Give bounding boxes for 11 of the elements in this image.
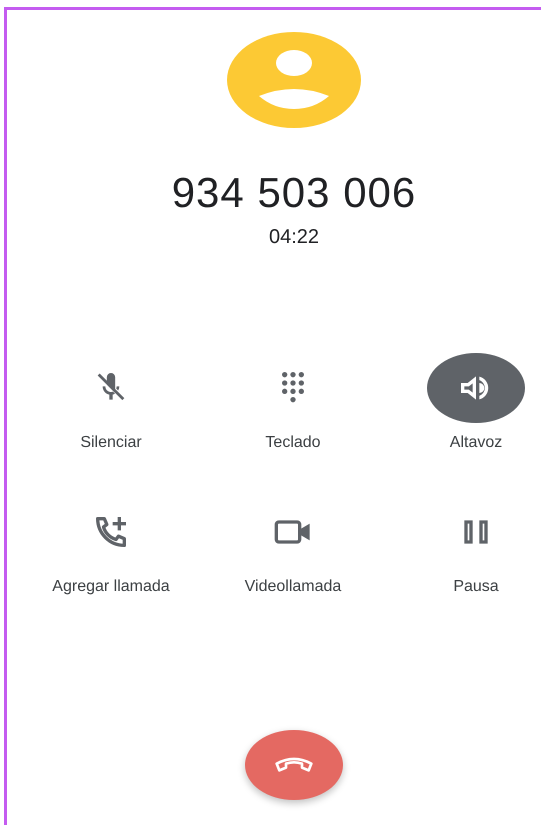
phone-number: 934 503 006: [172, 169, 416, 217]
control-label: Silenciar: [80, 433, 142, 453]
control-label: Teclado: [265, 433, 321, 453]
hang-up-icon: [274, 757, 314, 773]
control-label: Agregar llamada: [52, 577, 170, 597]
control-label: Altavoz: [450, 433, 502, 453]
control-label: Pausa: [453, 577, 499, 597]
control-label: Videollamada: [244, 577, 342, 597]
call-duration: 04:22: [268, 225, 320, 249]
end-call-button[interactable]: [245, 730, 343, 800]
avatar-icon: [227, 32, 361, 128]
